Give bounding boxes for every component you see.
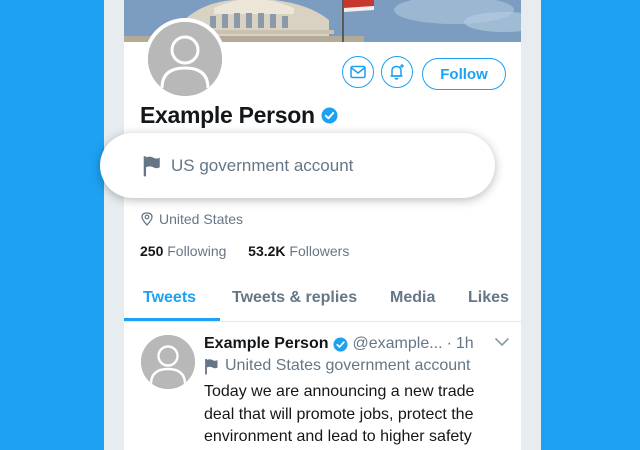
avatar-placeholder-icon — [148, 22, 222, 96]
profile-avatar[interactable] — [144, 18, 226, 100]
notifications-button[interactable] — [381, 56, 413, 88]
active-tab-indicator — [124, 318, 220, 321]
profile-stats: 250 Following 53.2K Followers — [140, 243, 349, 259]
profile-location: United States — [140, 211, 243, 227]
profile-name-row: Example Person — [140, 102, 338, 129]
tab-likes[interactable]: Likes — [468, 289, 509, 307]
government-label-callout: US government account — [100, 133, 495, 198]
flag-icon — [205, 358, 218, 374]
location-text: United States — [159, 211, 244, 227]
avatar-placeholder-icon — [141, 335, 195, 389]
profile-screen: Follow Example Person United States 250 … — [124, 0, 521, 450]
flag-icon — [143, 155, 160, 176]
tweet-header: Example Person @example... · 1h — [204, 335, 474, 353]
followers-stat[interactable]: 53.2K Followers — [248, 243, 349, 259]
verified-badge-icon — [321, 107, 338, 124]
tab-tweets-and-replies[interactable]: Tweets & replies — [232, 289, 357, 307]
profile-tabs: Tweets Tweets & replies Media Likes — [124, 283, 521, 322]
chevron-down-icon[interactable] — [494, 336, 510, 348]
message-button[interactable] — [342, 56, 374, 88]
tweet-author-name[interactable]: Example Person — [204, 335, 329, 353]
followers-count: 53.2K — [248, 243, 286, 259]
tweet-body: Today we are announcing a new trade deal… — [204, 383, 475, 445]
tweet-label-text: United States government account — [225, 357, 471, 374]
tweet-avatar[interactable] — [141, 335, 195, 389]
tweet-author-handle[interactable]: @example... — [353, 335, 443, 353]
location-pin-icon — [141, 212, 153, 226]
following-count: 250 — [140, 243, 164, 259]
verified-badge-icon — [332, 336, 348, 352]
tweet-government-label: United States government account — [204, 357, 470, 375]
followers-label: Followers — [289, 243, 350, 259]
mail-icon — [350, 65, 366, 79]
government-label-text: US government account — [171, 155, 354, 175]
tweet-card[interactable]: Example Person @example... · 1h United S… — [124, 322, 521, 450]
phone-frame: Follow Example Person United States 250 … — [104, 0, 541, 450]
tab-media[interactable]: Media — [390, 289, 435, 307]
tab-tweets[interactable]: Tweets — [143, 289, 196, 307]
tweet-timestamp[interactable]: 1h — [456, 335, 474, 353]
following-stat[interactable]: 250 Following — [140, 243, 226, 259]
following-label: Following — [167, 243, 227, 259]
tweet-separator: · — [446, 335, 452, 352]
follow-button[interactable]: Follow — [422, 58, 506, 90]
notification-bell-icon — [390, 64, 404, 80]
profile-name: Example Person — [140, 102, 315, 128]
